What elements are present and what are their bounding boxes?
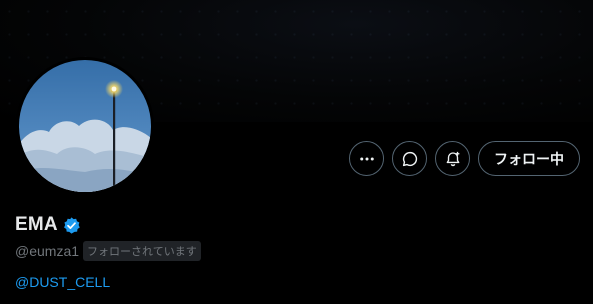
bio-mention-link[interactable]: @DUST_CELL (15, 274, 110, 290)
message-bubble-icon (402, 151, 417, 166)
avatar[interactable] (16, 57, 154, 195)
verified-badge-icon[interactable] (62, 216, 81, 235)
handle-row: @eumza1 フォローされています (15, 241, 201, 261)
follows-you-badge: フォローされています (83, 241, 201, 261)
display-name: EMA (15, 214, 58, 235)
following-button[interactable]: フォロー中 (478, 141, 580, 176)
avatar-image (19, 60, 151, 192)
profile-header: フォロー中 EMA @eumza1 フォローされています @DUST_CELL (0, 0, 593, 304)
message-button[interactable] (392, 141, 427, 176)
name-row: EMA (15, 214, 81, 236)
more-button[interactable] (349, 141, 384, 176)
more-horizontal-icon (359, 157, 374, 160)
bell-plus-icon (446, 151, 459, 166)
notifications-button[interactable] (435, 141, 470, 176)
user-handle: @eumza1 (15, 243, 80, 259)
profile-actions: フォロー中 (349, 141, 580, 176)
